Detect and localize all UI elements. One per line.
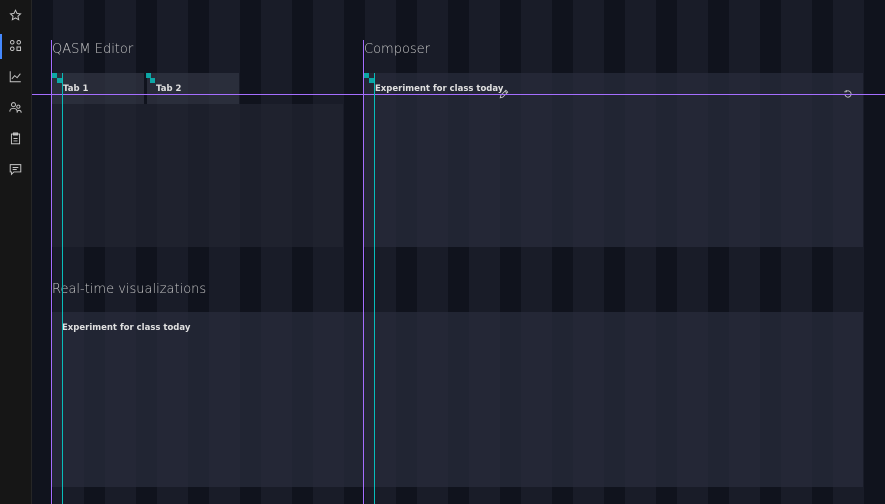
chart-icon xyxy=(9,68,22,87)
reset-icon[interactable] xyxy=(843,84,853,98)
guide-marker xyxy=(57,78,62,83)
edit-icon[interactable] xyxy=(499,84,509,99)
users-icon xyxy=(9,99,22,118)
tab-2-label: Tab 2 xyxy=(156,84,182,94)
guide-vertical-teal-right xyxy=(374,73,375,504)
guide-horizontal xyxy=(32,94,885,95)
guide-marker xyxy=(150,78,155,83)
visualizations-panel xyxy=(52,312,863,487)
tab-1-label: Tab 1 xyxy=(63,84,89,94)
guide-marker xyxy=(369,78,374,83)
sidebar-item-favorites[interactable] xyxy=(0,1,31,32)
clipboard-icon xyxy=(9,130,22,149)
sidebar-item-jobs[interactable] xyxy=(0,124,31,155)
sidebar-item-users[interactable] xyxy=(0,93,31,124)
composer-icon xyxy=(9,37,22,56)
star-icon xyxy=(9,7,22,26)
app-root: QASM Editor Tab 1 Tab 2 Composer Experim… xyxy=(0,0,885,504)
guide-vertical-purple-left xyxy=(51,40,52,504)
visualizations-experiment-name: Experiment for class today xyxy=(62,323,191,333)
sidebar-item-composer[interactable] xyxy=(0,31,31,62)
left-sidebar xyxy=(0,0,32,504)
visualizations-title: Real-time visualizations xyxy=(52,282,207,297)
composer-title: Composer xyxy=(364,42,431,57)
composer-panel xyxy=(364,73,863,247)
qasm-editor-panel[interactable] xyxy=(52,104,343,247)
guide-vertical-teal-left xyxy=(62,73,63,504)
qasm-editor-title: QASM Editor xyxy=(52,42,134,57)
sidebar-item-feedback[interactable] xyxy=(0,155,31,186)
composer-experiment-name: Experiment for class today xyxy=(375,84,504,94)
guide-vertical-purple-right xyxy=(363,40,364,504)
chat-icon xyxy=(9,161,22,180)
sidebar-item-analytics[interactable] xyxy=(0,62,31,93)
